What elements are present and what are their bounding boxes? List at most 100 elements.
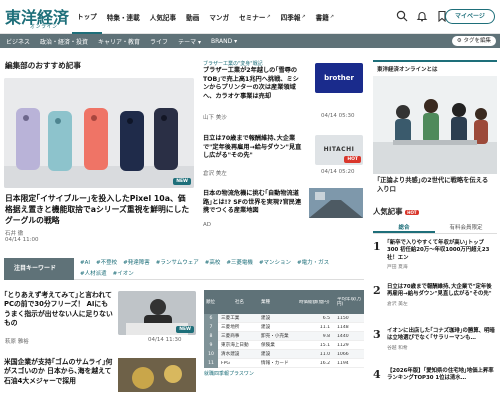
edit-tags-label: タグを編集 — [463, 38, 491, 44]
search-icon[interactable] — [396, 10, 408, 22]
ranking-title: 人気記事 HOT — [373, 206, 419, 217]
site-logo-sub: オンライン — [30, 24, 58, 30]
bottom-article-2-title[interactable]: 米国企業が支持｢ゴムのサムライ｣何がスゴいのか 日本から､海を越えて石油4大メジ… — [4, 358, 114, 386]
nav-features[interactable]: 特集・連載 — [102, 0, 145, 34]
ranking-body: 日立は70歳まで報酬維持､大企業で"定年後再雇用→給与ダウン"見直し広がる"その… — [387, 284, 495, 307]
category-career[interactable]: キャリア・教育 — [93, 37, 145, 46]
road-photo — [309, 188, 363, 218]
about-promo-title[interactable]: ｢正論より共感｣の2世代に戦略を伝える入り口 — [373, 177, 497, 194]
nav-shikiho[interactable]: 四季報 ↗ — [276, 0, 311, 34]
side-article-title[interactable]: ブラザー工業が2年越しの｢雪辱のTOB｣で売上高1兆円へ挑戦、ミシンからプリンタ… — [203, 67, 305, 101]
ranking-item-title[interactable]: 日立は70歳まで報酬維持､大企業で"定年後再雇用→給与ダウン"見直し広がる"その… — [387, 284, 495, 299]
ranking-item-author[interactable]: 谷越 和希 — [387, 344, 495, 351]
bottom-article-author[interactable]: 萩原 雅裕 — [5, 337, 29, 345]
keyword-tag[interactable]: #発達障害 — [123, 258, 150, 269]
side-article-author: AD — [203, 222, 211, 228]
table-header-industry: 業種 — [261, 300, 270, 305]
category-life[interactable]: ライフ — [145, 37, 173, 46]
ranking-item-title[interactable]: ｢新卒で入りやすくて年収が高い｣トップ300 初任給20万～年収1000万円超え… — [387, 240, 495, 262]
ranking-item-title[interactable]: 【2026年版】｢愛知県の住宅地｣地価上昇率ランキングTOP30 1位は清水… — [387, 368, 495, 383]
ranking-title-text: 人気記事 — [373, 207, 403, 216]
nav-features-label: 特集・連載 — [106, 14, 140, 22]
side-article-category[interactable]: ブラザー工業の"変身"戦記 — [203, 60, 305, 67]
table-row[interactable]: 8 三菱商事 卸売・小売業 9.8 1440 — [204, 331, 364, 341]
ranking-item-title[interactable]: イオンに出店した｢コナズ珈琲｣の勝算、明暗は立地選びでなく｢サラリーマンも… — [387, 328, 495, 343]
side-article-2[interactable]: 日立は70歳まで報酬維持､大企業で"定年後再雇用→給与ダウン"見直し広がる"その… — [203, 135, 305, 161]
nav-books[interactable]: 書籍 ↗ — [311, 0, 339, 34]
side-article-author[interactable]: 山下 美沙 — [203, 113, 227, 121]
nav-video-label: 動画 — [186, 14, 200, 22]
keyword-tag[interactable]: #イオン — [113, 269, 134, 280]
nav-top-label: トップ — [77, 13, 97, 21]
side-article-title[interactable]: 日本の物流危機に挑む｢自動物流道路｣とは!? SFの世界を実現?官民連携でつくる… — [203, 190, 305, 216]
keyword-tag[interactable]: #人材派遣 — [80, 269, 107, 280]
section-title: 編集部のおすすめ記事 — [5, 61, 81, 70]
sidebar: 東洋経済オンラインとは ｢正論より共感｣の2世代に戦略を伝える入り口 — [373, 60, 497, 194]
hitachi-thumbnail[interactable]: HITACHI HOT — [315, 135, 363, 165]
hero-author[interactable]: 石井 徹 — [5, 229, 23, 237]
ranking-item-author[interactable]: 戸田 夏海 — [387, 263, 495, 270]
keyword-tag[interactable]: #三菱電機 — [226, 258, 253, 269]
table-cell-rank: 10 — [204, 349, 218, 359]
category-politics[interactable]: 政治・経済・投資 — [35, 37, 93, 46]
side-article-1[interactable]: ブラザー工業の"変身"戦記 ブラザー工業が2年越しの｢雪辱のTOB｣で売上高1兆… — [203, 60, 305, 101]
edit-tags-button[interactable]: ⚙ タグを編集 — [451, 36, 496, 46]
keyword-tag[interactable]: #ランサムウェア — [156, 258, 199, 269]
table-row[interactable]: 10 清水建設 建設 11.0 1066 — [204, 349, 364, 359]
nav-video[interactable]: 動画 — [181, 0, 204, 34]
nav-popular[interactable]: 人気記事 — [145, 0, 181, 34]
keyword-tag[interactable]: #マンション — [259, 258, 291, 269]
side-article-title[interactable]: 日立は70歳まで報酬維持､大企業で"定年後再雇用→給与ダウン"見直し広がる"その… — [203, 135, 305, 161]
table-row[interactable]: 6 三菱工業 建設 6.5 1150 — [204, 313, 364, 323]
table-cell-rank: 6 — [204, 313, 218, 323]
mypage-button[interactable]: マイページ — [445, 9, 495, 24]
keyword-tag[interactable]: #電力・ガス — [297, 258, 329, 269]
category-business[interactable]: ビジネス — [0, 37, 35, 46]
table-cell-cap: 9.8 — [322, 333, 330, 339]
table-row[interactable]: 11 FPG 情報・カード 16.2 1194 — [204, 358, 364, 368]
side-article-author[interactable]: 倉沢 美左 — [203, 169, 227, 177]
keyword-bar: 注目キーワード #AI #不登校 #発達障害 #ランサムウェア #高校 #三菱電… — [4, 258, 364, 280]
side-article-3[interactable]: 日本の物流危機に挑む｢自動物流道路｣とは!? SFの世界を実現?官民連携でつくる… — [203, 190, 305, 216]
category-brand[interactable]: BRAND ▾ — [206, 38, 242, 45]
bottom-article-2-thumbnail[interactable] — [118, 358, 196, 392]
tab-overall[interactable]: 総合 — [373, 222, 435, 233]
hero-date: 04/14 11:00 — [5, 237, 39, 243]
bell-icon[interactable] — [416, 10, 428, 22]
ranking-item[interactable]: 4 【2026年版】｢愛知県の住宅地｣地価上昇率ランキングTOP30 1位は清水… — [373, 368, 497, 383]
table-row[interactable]: 7 三菱地所 建設 11.1 1148 — [204, 322, 364, 332]
keyword-tags: #AI #不登校 #発達障害 #ランサムウェア #高校 #三菱電機 #マンション… — [74, 258, 360, 279]
nav-seminar[interactable]: セミナー ↗ — [234, 0, 276, 34]
ranking-item[interactable]: 2 日立は70歳まで報酬維持､大企業で"定年後再雇用→給与ダウン"見直し広がる"… — [373, 284, 497, 307]
bottom-article-2[interactable]: 米国企業が支持｢ゴムのサムライ｣何がスゴいのか 日本から､海を越えて石油4大メジ… — [4, 358, 114, 386]
hero-image[interactable]: NEW — [4, 78, 194, 188]
logistics-thumbnail[interactable] — [309, 188, 363, 218]
table-header: 順位 社名 業種 時価総額(億円) 平均年収(万円) — [204, 290, 364, 314]
nav-manga[interactable]: マンガ — [204, 0, 234, 34]
nav-top[interactable]: トップ — [72, 0, 102, 34]
tab-members-only[interactable]: 有料会員限定 — [435, 222, 497, 233]
hero-article-title[interactable]: 日本限定｢イサイブルー｣を投入したPixel 10a、価格据え置きと機能取捨でa… — [5, 193, 193, 226]
ranking-hot-badge: HOT — [405, 209, 419, 215]
category-theme[interactable]: テーマ ▾ — [173, 37, 206, 46]
table-cell-name: FPG — [221, 360, 230, 366]
ranking-item[interactable]: 3 イオンに出店した｢コナズ珈琲｣の勝算、明暗は立地選びでなく｢サラリーマンも…… — [373, 328, 497, 351]
keyword-tag[interactable]: #不登校 — [96, 258, 117, 269]
keyword-tag[interactable]: #高校 — [205, 258, 221, 269]
table-row[interactable]: 9 東京海上日動 保険業 15.1 1129 — [204, 340, 364, 350]
ranking-item-author[interactable]: 倉沢 美左 — [387, 300, 495, 307]
bottom-article-thumbnail[interactable]: NEW — [118, 291, 196, 335]
ranking-item[interactable]: 1 ｢新卒で入りやすくて年収が高い｣トップ300 初任給20万～年収1000万円… — [373, 240, 497, 270]
bottom-article[interactable]: ｢とりあえず考えてみて｣と言われてPCの前で30分フリーズ！ AIにもうまく指示… — [4, 291, 114, 329]
table-source-link[interactable]: 就職四季報プラスワン — [204, 370, 364, 377]
table-cell-industry: 卸売・小売業 — [261, 334, 289, 339]
brother-thumbnail[interactable]: brother — [315, 63, 363, 93]
table-cell-salary: 1129 — [337, 342, 349, 348]
table-cell-cap: 11.0 — [319, 351, 330, 357]
table-body: 6 三菱工業 建設 6.5 1150 7 三菱地所 建設 11.1 1148 8… — [204, 313, 364, 368]
bottom-article-title[interactable]: ｢とりあえず考えてみて｣と言われてPCの前で30分フリーズ！ AIにもうまく指示… — [4, 291, 114, 329]
table-cell-industry: 建設 — [261, 325, 271, 330]
table-cell-industry: 建設 — [261, 316, 271, 321]
about-promo-image[interactable] — [373, 76, 497, 174]
keyword-tag[interactable]: #AI — [80, 258, 90, 269]
